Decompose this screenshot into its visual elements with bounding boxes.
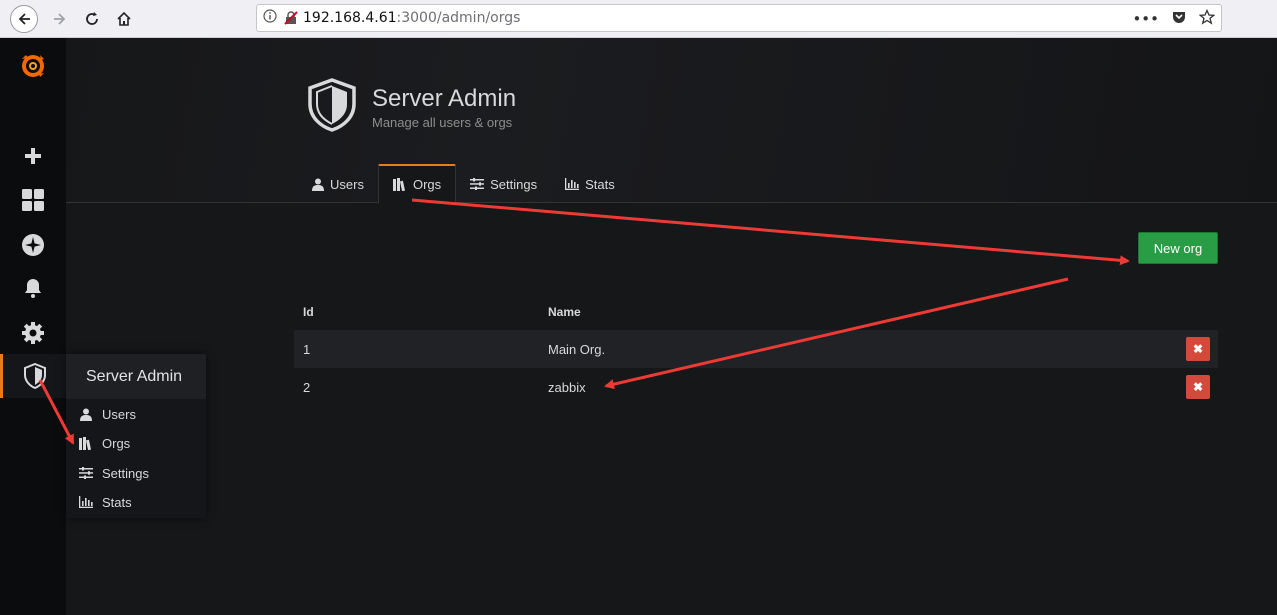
configuration-gear-icon[interactable] — [0, 313, 66, 353]
info-icon[interactable] — [257, 9, 283, 27]
table-row[interactable]: 1 Main Org. ✖ — [294, 330, 1218, 368]
flyout-item-label: Orgs — [102, 435, 131, 451]
org-id: 1 — [303, 342, 311, 357]
tab-label: Settings — [490, 176, 538, 192]
sidenav — [0, 38, 66, 615]
dashboards-icon[interactable] — [0, 180, 66, 220]
tab-users[interactable]: Users — [298, 164, 378, 204]
flyout-item-users[interactable]: Users — [66, 400, 206, 428]
tab-label: Stats — [585, 176, 615, 192]
tab-label: Orgs — [412, 177, 442, 192]
insecure-lock-icon[interactable] — [283, 10, 303, 26]
arrow-left-icon — [18, 13, 30, 25]
delete-button[interactable]: ✖ — [1186, 375, 1210, 399]
arrow-right-icon — [54, 13, 66, 25]
new-org-button[interactable]: New org — [1138, 232, 1218, 264]
tab-orgs[interactable]: Orgs — [377, 164, 457, 204]
reload-icon — [86, 12, 98, 25]
bar-chart-icon — [66, 496, 102, 508]
server-admin-shield-icon[interactable] — [0, 354, 66, 398]
user-icon — [66, 408, 102, 421]
orgs-icon — [66, 436, 102, 450]
main-content: Server Admin Manage all users & orgs Use… — [66, 38, 1277, 615]
explore-compass-icon[interactable] — [0, 225, 66, 265]
reload-button[interactable] — [78, 5, 106, 33]
flyout-title[interactable]: Server Admin — [66, 354, 206, 399]
tab-stats[interactable]: Stats — [551, 164, 629, 204]
flyout-item-label: Stats — [102, 494, 132, 510]
server-admin-flyout: Server Admin Users Orgs Settings Stats — [66, 354, 206, 518]
orgs-icon — [392, 178, 407, 191]
org-name[interactable]: zabbix — [548, 380, 586, 395]
org-name[interactable]: Main Org. — [548, 342, 605, 357]
browser-toolbar: 192.168.4.61:3000/admin/orgs ••• — [0, 0, 1277, 38]
user-icon — [312, 178, 324, 191]
bookmark-star-icon[interactable] — [1198, 8, 1216, 29]
flyout-item-label: Users — [102, 406, 136, 422]
sliders-icon — [470, 178, 485, 190]
delete-button[interactable]: ✖ — [1186, 337, 1210, 361]
bar-chart-icon — [565, 178, 580, 190]
flyout-item-stats[interactable]: Stats — [66, 488, 206, 516]
table-row[interactable]: 2 zabbix ✖ — [294, 368, 1218, 406]
url-host: 192.168.4.61 — [303, 10, 397, 26]
url-path: :3000/admin/orgs — [396, 10, 521, 26]
tab-settings[interactable]: Settings — [456, 164, 551, 204]
alerting-bell-icon[interactable] — [0, 268, 66, 308]
grafana-logo-icon[interactable] — [0, 46, 66, 86]
back-button[interactable] — [10, 5, 38, 33]
sliders-icon — [66, 467, 102, 479]
forward-button[interactable] — [46, 5, 74, 33]
column-header-id: Id — [303, 305, 314, 319]
admin-tabs: Users Orgs Settings Stats — [298, 164, 629, 204]
pocket-icon[interactable] — [1171, 9, 1187, 29]
home-button[interactable] — [110, 5, 138, 33]
flyout-item-settings[interactable]: Settings — [66, 459, 206, 487]
server-admin-shield-icon — [306, 78, 358, 136]
home-icon — [117, 11, 131, 26]
create-plus-icon[interactable] — [0, 136, 66, 176]
org-id: 2 — [303, 380, 311, 395]
address-bar[interactable]: 192.168.4.61:3000/admin/orgs ••• — [256, 4, 1222, 32]
page-header: Server Admin Manage all users & orgs Use… — [66, 38, 1277, 204]
page-title: Server Admin — [372, 85, 517, 112]
page-actions-icon[interactable]: ••• — [1132, 10, 1159, 28]
column-header-name: Name — [548, 305, 581, 319]
url-text: 192.168.4.61:3000/admin/orgs — [303, 10, 520, 26]
page-subtitle: Manage all users & orgs — [372, 115, 513, 130]
tab-label: Users — [330, 176, 364, 192]
flyout-item-orgs[interactable]: Orgs — [66, 429, 206, 457]
flyout-item-label: Settings — [102, 465, 149, 481]
